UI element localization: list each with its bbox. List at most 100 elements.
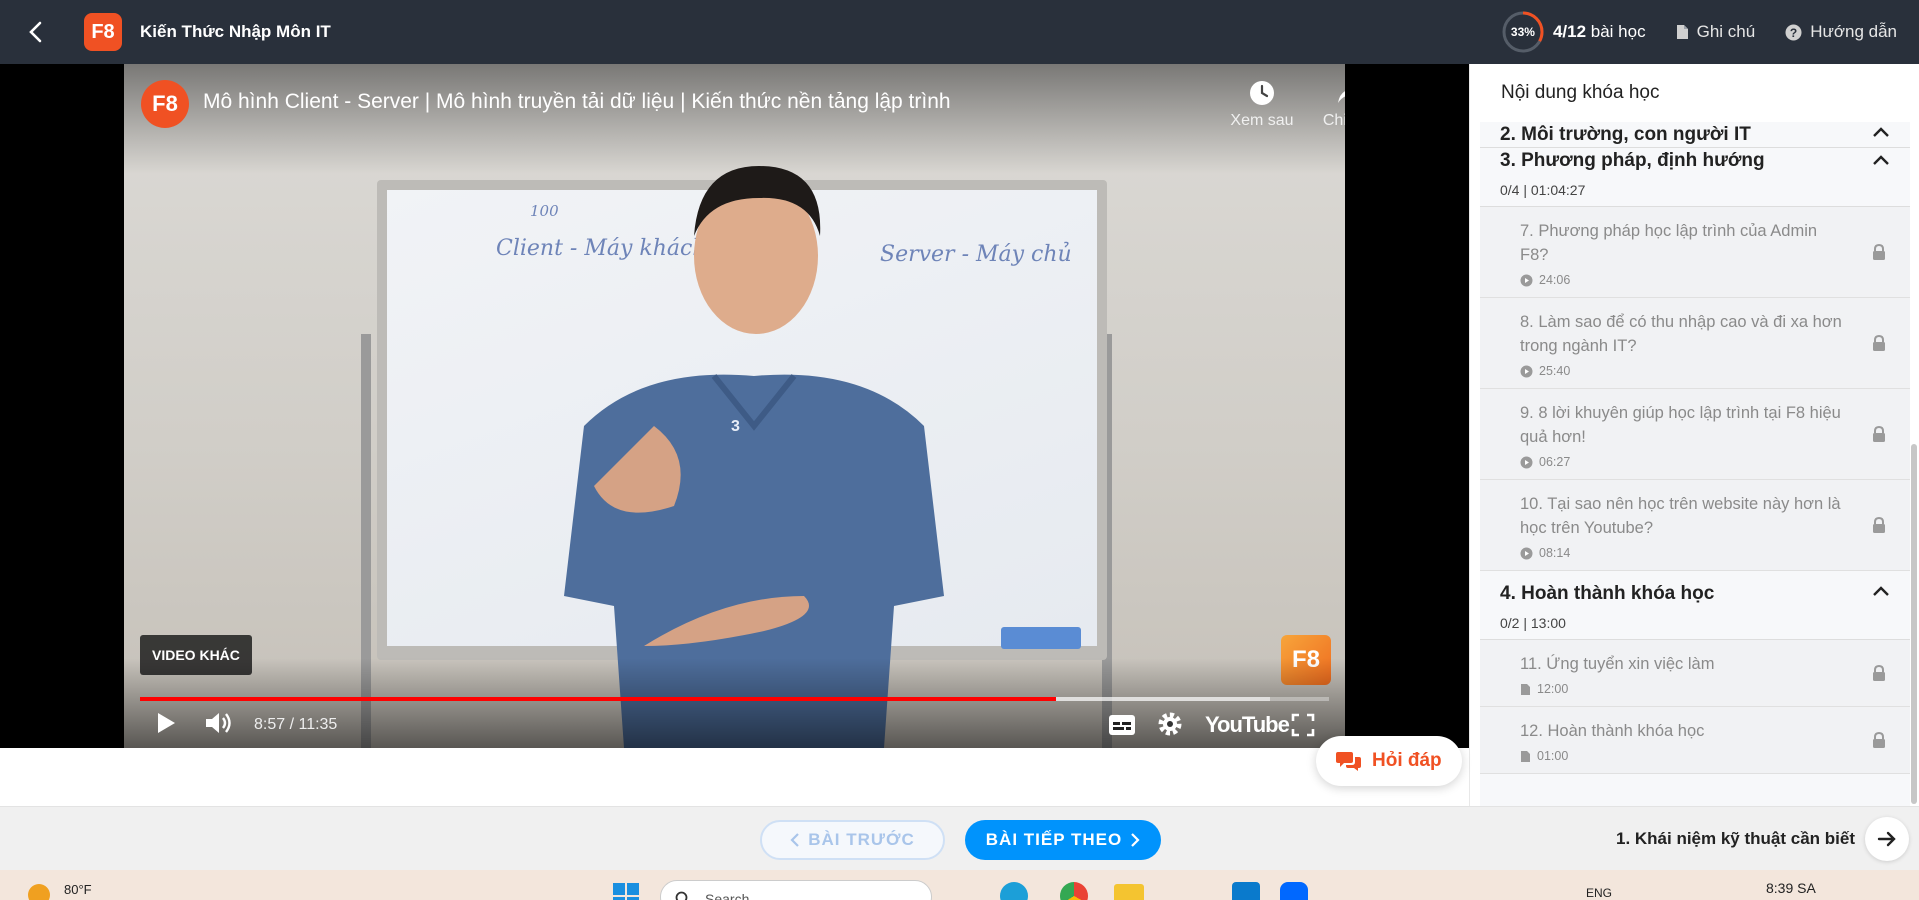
next-lesson-label: BÀI TIẾP THEO — [985, 830, 1123, 849]
current-chapter-title: 1. Khái niệm kỹ thuật cần biết — [1615, 829, 1855, 848]
top-header: F8 Kiến Thức Nhập Môn IT 33% 4/12 bài họ… — [0, 0, 1919, 64]
video-player[interactable]: 100 Client - Máy khách Server - Máy chủ … — [124, 64, 1345, 748]
share-label: Chia sẻ — [1322, 112, 1345, 129]
lock-icon — [1873, 665, 1885, 681]
lock-icon — [1873, 517, 1885, 533]
video-time: 8:57 / 11:35 — [254, 716, 338, 733]
section-header[interactable]: 4. Hoàn thành khóa học 0/2 | 13:00 — [1480, 571, 1910, 640]
section-title: 2. Môi trường, con người IT — [1500, 124, 1751, 145]
previous-lesson-label: BÀI TRƯỚC — [808, 830, 915, 849]
lessons-progress: 4/12 bài học — [1553, 22, 1646, 42]
sidebar-scrollbar[interactable] — [1911, 444, 1917, 804]
back-button[interactable] — [0, 0, 72, 64]
document-icon — [1521, 750, 1530, 762]
weather-sun-icon[interactable] — [24, 880, 54, 900]
chrome-icon[interactable] — [1060, 882, 1088, 900]
section-title: 3. Phương pháp, định hướng — [1500, 150, 1765, 171]
chevron-right-icon — [1131, 833, 1140, 847]
course-title: Kiến Thức Nhập Môn IT — [140, 22, 331, 41]
lesson-item[interactable]: 12. Hoàn thành khóa học 01:00 — [1480, 707, 1910, 774]
youtube-logo[interactable]: YouTube — [1205, 712, 1290, 738]
windows-taskbar: 80°F Search ENG 8:39 SA — [0, 870, 1919, 900]
section-meta: 0/4 | 01:04:27 — [1500, 182, 1586, 198]
lock-icon — [1873, 426, 1885, 442]
lesson-item[interactable]: 8. Làm sao để có thu nhập cao và đi xa h… — [1480, 298, 1910, 389]
system-clock[interactable]: 8:39 SA — [1766, 880, 1816, 896]
vscode-icon[interactable] — [1232, 882, 1260, 900]
file-icon — [1676, 25, 1688, 39]
lesson-item[interactable]: 11. Ứng tuyển xin việc làm 12:00 — [1480, 640, 1910, 707]
play-circle-icon — [1520, 274, 1533, 286]
guide-label: Hướng dẫn — [1810, 22, 1897, 41]
lesson-navigation-bar: BÀI TRƯỚC BÀI TIẾP THEO 1. Khái niệm kỹ … — [0, 806, 1919, 870]
watch-later-button[interactable]: Xem sau — [1217, 80, 1307, 130]
lesson-item[interactable]: 7. Phương pháp học lập trình của Admin F… — [1480, 207, 1910, 298]
taskbar-search-placeholder: Search — [705, 891, 750, 900]
chevron-up-icon — [1873, 586, 1889, 596]
volume-icon[interactable] — [204, 710, 234, 736]
qa-button[interactable]: Hỏi đáp — [1316, 736, 1462, 786]
settings-gear-icon[interactable] — [1157, 711, 1183, 737]
progress-percent: 33% — [1510, 25, 1535, 39]
section-header[interactable]: 2. Môi trường, con người IT — [1480, 122, 1910, 148]
video-title[interactable]: Mô hình Client - Server | Mô hình truyền… — [203, 90, 951, 114]
lesson-duration: 08:14 — [1539, 546, 1571, 560]
lesson-item[interactable]: 10. Tại sao nên học trên website này hơn… — [1480, 480, 1910, 571]
arrow-right-icon — [1877, 831, 1896, 847]
windows-start-icon[interactable] — [612, 882, 640, 900]
chevron-up-icon — [1873, 155, 1889, 165]
course-content-list[interactable]: 2. Môi trường, con người IT 3. Phương ph… — [1480, 122, 1910, 806]
share-button[interactable]: Chia sẻ — [1305, 80, 1345, 130]
toggle-sidebar-button[interactable] — [1865, 817, 1909, 861]
video-area: 100 Client - Máy khách Server - Máy chủ … — [0, 64, 1469, 748]
lock-icon — [1873, 335, 1885, 351]
question-circle-icon: ? — [1785, 24, 1802, 40]
input-language[interactable]: ENG — [1586, 886, 1612, 900]
video-top-overlay — [124, 64, 1345, 174]
weather-temperature[interactable]: 80°F — [64, 882, 92, 897]
lesson-duration: 25:40 — [1539, 364, 1571, 378]
play-circle-icon — [1520, 365, 1533, 377]
section-meta: 0/2 | 13:00 — [1500, 615, 1566, 631]
chevron-up-icon — [1873, 127, 1889, 137]
lessons-count-value: 4/12 — [1552, 22, 1587, 41]
share-arrow-icon — [1338, 91, 1345, 103]
lesson-duration: 01:00 — [1537, 749, 1569, 763]
lock-icon — [1873, 732, 1885, 748]
play-circle-icon — [1520, 547, 1533, 559]
file-explorer-icon[interactable] — [1114, 884, 1144, 900]
play-circle-icon — [1520, 456, 1533, 468]
lesson-item[interactable]: 9. 8 lời khuyên giúp học lập trình tại F… — [1480, 389, 1910, 480]
seek-progress — [140, 697, 1056, 701]
lesson-title: 7. Phương pháp học lập trình của Admin F… — [1520, 222, 1818, 264]
lesson-duration: 06:27 — [1539, 455, 1571, 469]
lock-icon — [1873, 244, 1885, 260]
previous-lesson-button[interactable]: BÀI TRƯỚC — [760, 820, 945, 860]
chevron-left-icon — [29, 21, 42, 43]
lesson-title: 11. Ứng tuyển xin việc làm — [1520, 655, 1715, 673]
play-icon[interactable] — [154, 710, 178, 736]
qa-label: Hỏi đáp — [1372, 750, 1442, 771]
subtitles-icon[interactable] — [1108, 714, 1136, 736]
seek-bar[interactable] — [140, 697, 1329, 701]
section-header[interactable]: 3. Phương pháp, định hướng 0/4 | 01:04:2… — [1480, 148, 1910, 207]
guide-button[interactable]: ? Hướng dẫn — [1785, 22, 1897, 42]
presenter-figure: 3 — [564, 166, 944, 748]
lesson-title: 10. Tại sao nên học trên website này hơn… — [1520, 495, 1841, 537]
notes-button[interactable]: Ghi chú — [1676, 22, 1756, 42]
edge-browser-icon[interactable] — [1000, 882, 1028, 900]
shirt-number: 3 — [731, 418, 740, 435]
taskbar-search[interactable]: Search — [660, 880, 932, 900]
next-lesson-button[interactable]: BÀI TIẾP THEO — [965, 820, 1161, 860]
fullscreen-icon[interactable] — [1291, 713, 1315, 737]
clock-icon — [1250, 81, 1274, 105]
lesson-title: 8. Làm sao để có thu nhập cao và đi xa h… — [1520, 313, 1842, 355]
channel-logo[interactable]: F8 — [141, 80, 189, 128]
notes-label: Ghi chú — [1696, 22, 1756, 41]
chevron-left-icon — [790, 833, 799, 847]
course-sidebar: Nội dung khóa học 2. Môi trường, con ngư… — [1469, 64, 1919, 806]
f8-logo[interactable]: F8 — [84, 13, 122, 51]
svg-text:?: ? — [1790, 26, 1797, 40]
zalo-icon[interactable] — [1280, 882, 1308, 900]
lesson-title: 12. Hoàn thành khóa học — [1520, 722, 1705, 740]
